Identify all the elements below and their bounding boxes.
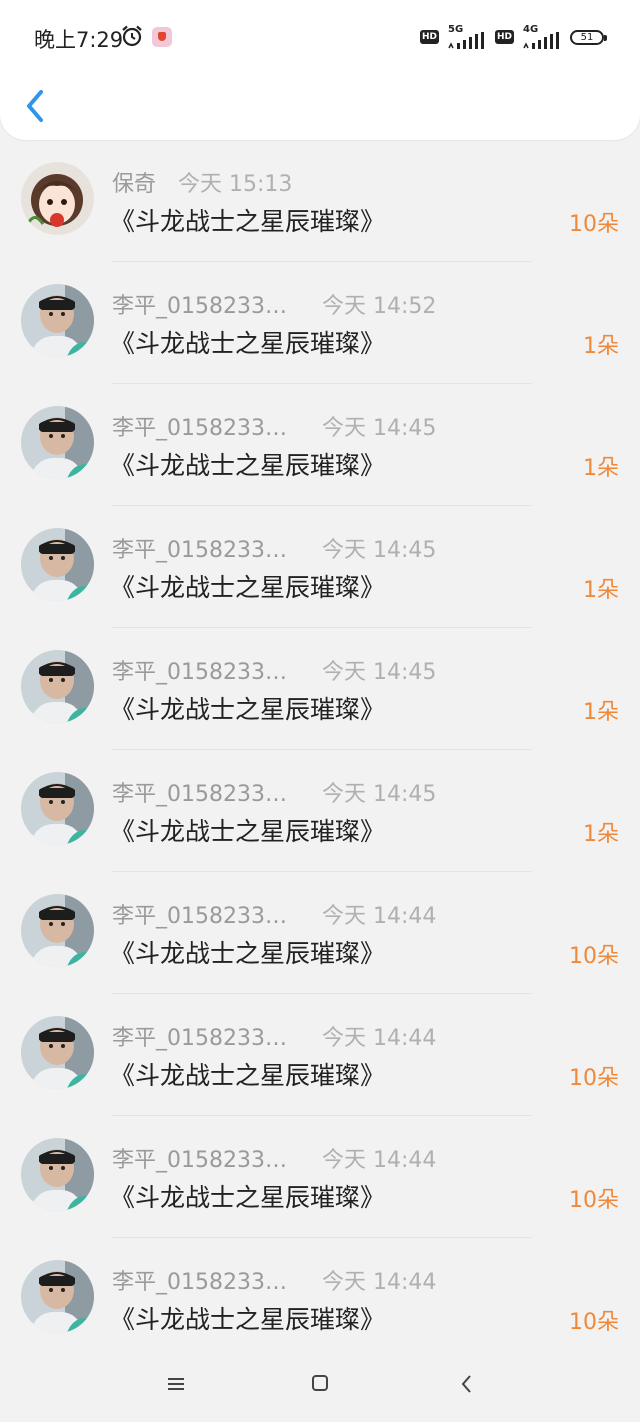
timestamp: 今天 14:44	[322, 1026, 437, 1051]
avatar[interactable]	[21, 1138, 94, 1211]
sender-name: 李平_0158233…	[112, 538, 287, 563]
list-item[interactable]: 保奇 今天 15:13 《斗龙战士之星辰璀璨》 10朵	[0, 140, 640, 262]
list-item[interactable]: 李平_0158233… 今天 14:44 《斗龙战士之星辰璀璨》 10朵	[0, 1238, 640, 1360]
avatar[interactable]	[21, 162, 94, 235]
sender-name: 李平_0158233…	[112, 782, 287, 807]
book-title: 《斗龙战士之星辰璀璨》	[110, 1061, 386, 1090]
back-chevron-icon[interactable]	[20, 84, 54, 128]
list-item[interactable]: 李平_0158233… 今天 14:45 《斗龙战士之星辰璀璨》 1朵	[0, 628, 640, 750]
timestamp: 今天 15:13	[178, 172, 293, 197]
sender-name: 李平_0158233…	[112, 1270, 287, 1295]
status-time: 晚上7:29	[34, 28, 124, 52]
gift-record-list: 保奇 今天 15:13 《斗龙战士之星辰璀璨》 10朵 李平_0158233… 今天 14…	[0, 140, 640, 1360]
hd-badge: HD	[420, 30, 439, 44]
flower-count: 1朵	[583, 822, 619, 847]
list-item[interactable]: 李平_0158233… 今天 14:45 《斗龙战士之星辰璀璨》 1朵	[0, 750, 640, 872]
list-item[interactable]: 李平_0158233… 今天 14:45 《斗龙战士之星辰璀璨》 1朵	[0, 384, 640, 506]
flower-count: 10朵	[569, 944, 619, 969]
sender-name: 保奇	[112, 172, 157, 197]
avatar[interactable]	[21, 406, 94, 479]
sender-name: 李平_0158233…	[112, 1026, 287, 1051]
timestamp: 今天 14:44	[322, 904, 437, 929]
top-bar: 晚上7:29 HD 5G HD 4G 51	[0, 0, 640, 140]
list-item[interactable]: 李平_0158233… 今天 14:44 《斗龙战士之星辰璀璨》 10朵	[0, 1116, 640, 1238]
timestamp: 今天 14:45	[322, 538, 437, 563]
book-title: 《斗龙战士之星辰璀璨》	[110, 329, 386, 358]
hd-badge-2: HD	[495, 30, 514, 44]
book-title: 《斗龙战士之星辰璀璨》	[110, 1305, 386, 1334]
book-title: 《斗龙战士之星辰璀璨》	[110, 817, 386, 846]
flower-count: 1朵	[583, 334, 619, 359]
list-item[interactable]: 李平_0158233… 今天 14:45 《斗龙战士之星辰璀璨》 1朵	[0, 506, 640, 628]
timestamp: 今天 14:45	[322, 416, 437, 441]
book-title: 《斗龙战士之星辰璀璨》	[110, 695, 386, 724]
sender-name: 李平_0158233…	[112, 904, 287, 929]
flower-count: 10朵	[569, 1310, 619, 1335]
sender-name: 李平_0158233…	[112, 660, 287, 685]
system-nav-bar	[0, 1346, 640, 1422]
status-bar: 晚上7:29 HD 5G HD 4G 51	[0, 0, 640, 76]
timestamp: 今天 14:44	[322, 1148, 437, 1173]
timestamp: 今天 14:52	[322, 294, 437, 319]
flower-count: 10朵	[569, 1066, 619, 1091]
timestamp: 今天 14:45	[322, 660, 437, 685]
flower-count: 1朵	[583, 578, 619, 603]
book-title: 《斗龙战士之星辰璀璨》	[110, 1183, 386, 1212]
timestamp: 今天 14:44	[322, 1270, 437, 1295]
list-item[interactable]: 李平_0158233… 今天 14:44 《斗龙战士之星辰璀璨》 10朵	[0, 872, 640, 994]
menu-icon[interactable]	[166, 1376, 186, 1392]
battery-indicator: 51	[570, 29, 607, 45]
avatar[interactable]	[21, 894, 94, 967]
avatar[interactable]	[21, 528, 94, 601]
status-icons: HD 5G HD 4G 51	[420, 22, 607, 52]
flower-count: 10朵	[569, 212, 619, 237]
list-item[interactable]: 李平_0158233… 今天 14:52 《斗龙战士之星辰璀璨》 1朵	[0, 262, 640, 384]
book-title: 《斗龙战士之星辰璀璨》	[110, 207, 386, 236]
avatar[interactable]	[21, 772, 94, 845]
signal-5g-icon: 5G	[447, 24, 487, 50]
avatar[interactable]	[21, 1016, 94, 1089]
back-icon[interactable]	[459, 1373, 473, 1395]
book-title: 《斗龙战士之星辰璀璨》	[110, 573, 386, 602]
avatar[interactable]	[21, 284, 94, 357]
home-square-icon[interactable]	[312, 1375, 328, 1391]
sender-name: 李平_0158233…	[112, 1148, 287, 1173]
sender-name: 李平_0158233…	[112, 294, 287, 319]
sender-name: 李平_0158233…	[112, 416, 287, 441]
alarm-clock-icon	[122, 25, 142, 47]
flower-count: 1朵	[583, 700, 619, 725]
book-title: 《斗龙战士之星辰璀璨》	[110, 451, 386, 480]
avatar[interactable]	[21, 650, 94, 723]
flower-count: 1朵	[583, 456, 619, 481]
timestamp: 今天 14:45	[322, 782, 437, 807]
book-title: 《斗龙战士之星辰璀璨》	[110, 939, 386, 968]
signal-4g-icon: 4G	[522, 24, 562, 50]
app-notification-icon	[152, 27, 172, 47]
list-item[interactable]: 李平_0158233… 今天 14:44 《斗龙战士之星辰璀璨》 10朵	[0, 994, 640, 1116]
avatar[interactable]	[21, 1260, 94, 1333]
flower-count: 10朵	[569, 1188, 619, 1213]
